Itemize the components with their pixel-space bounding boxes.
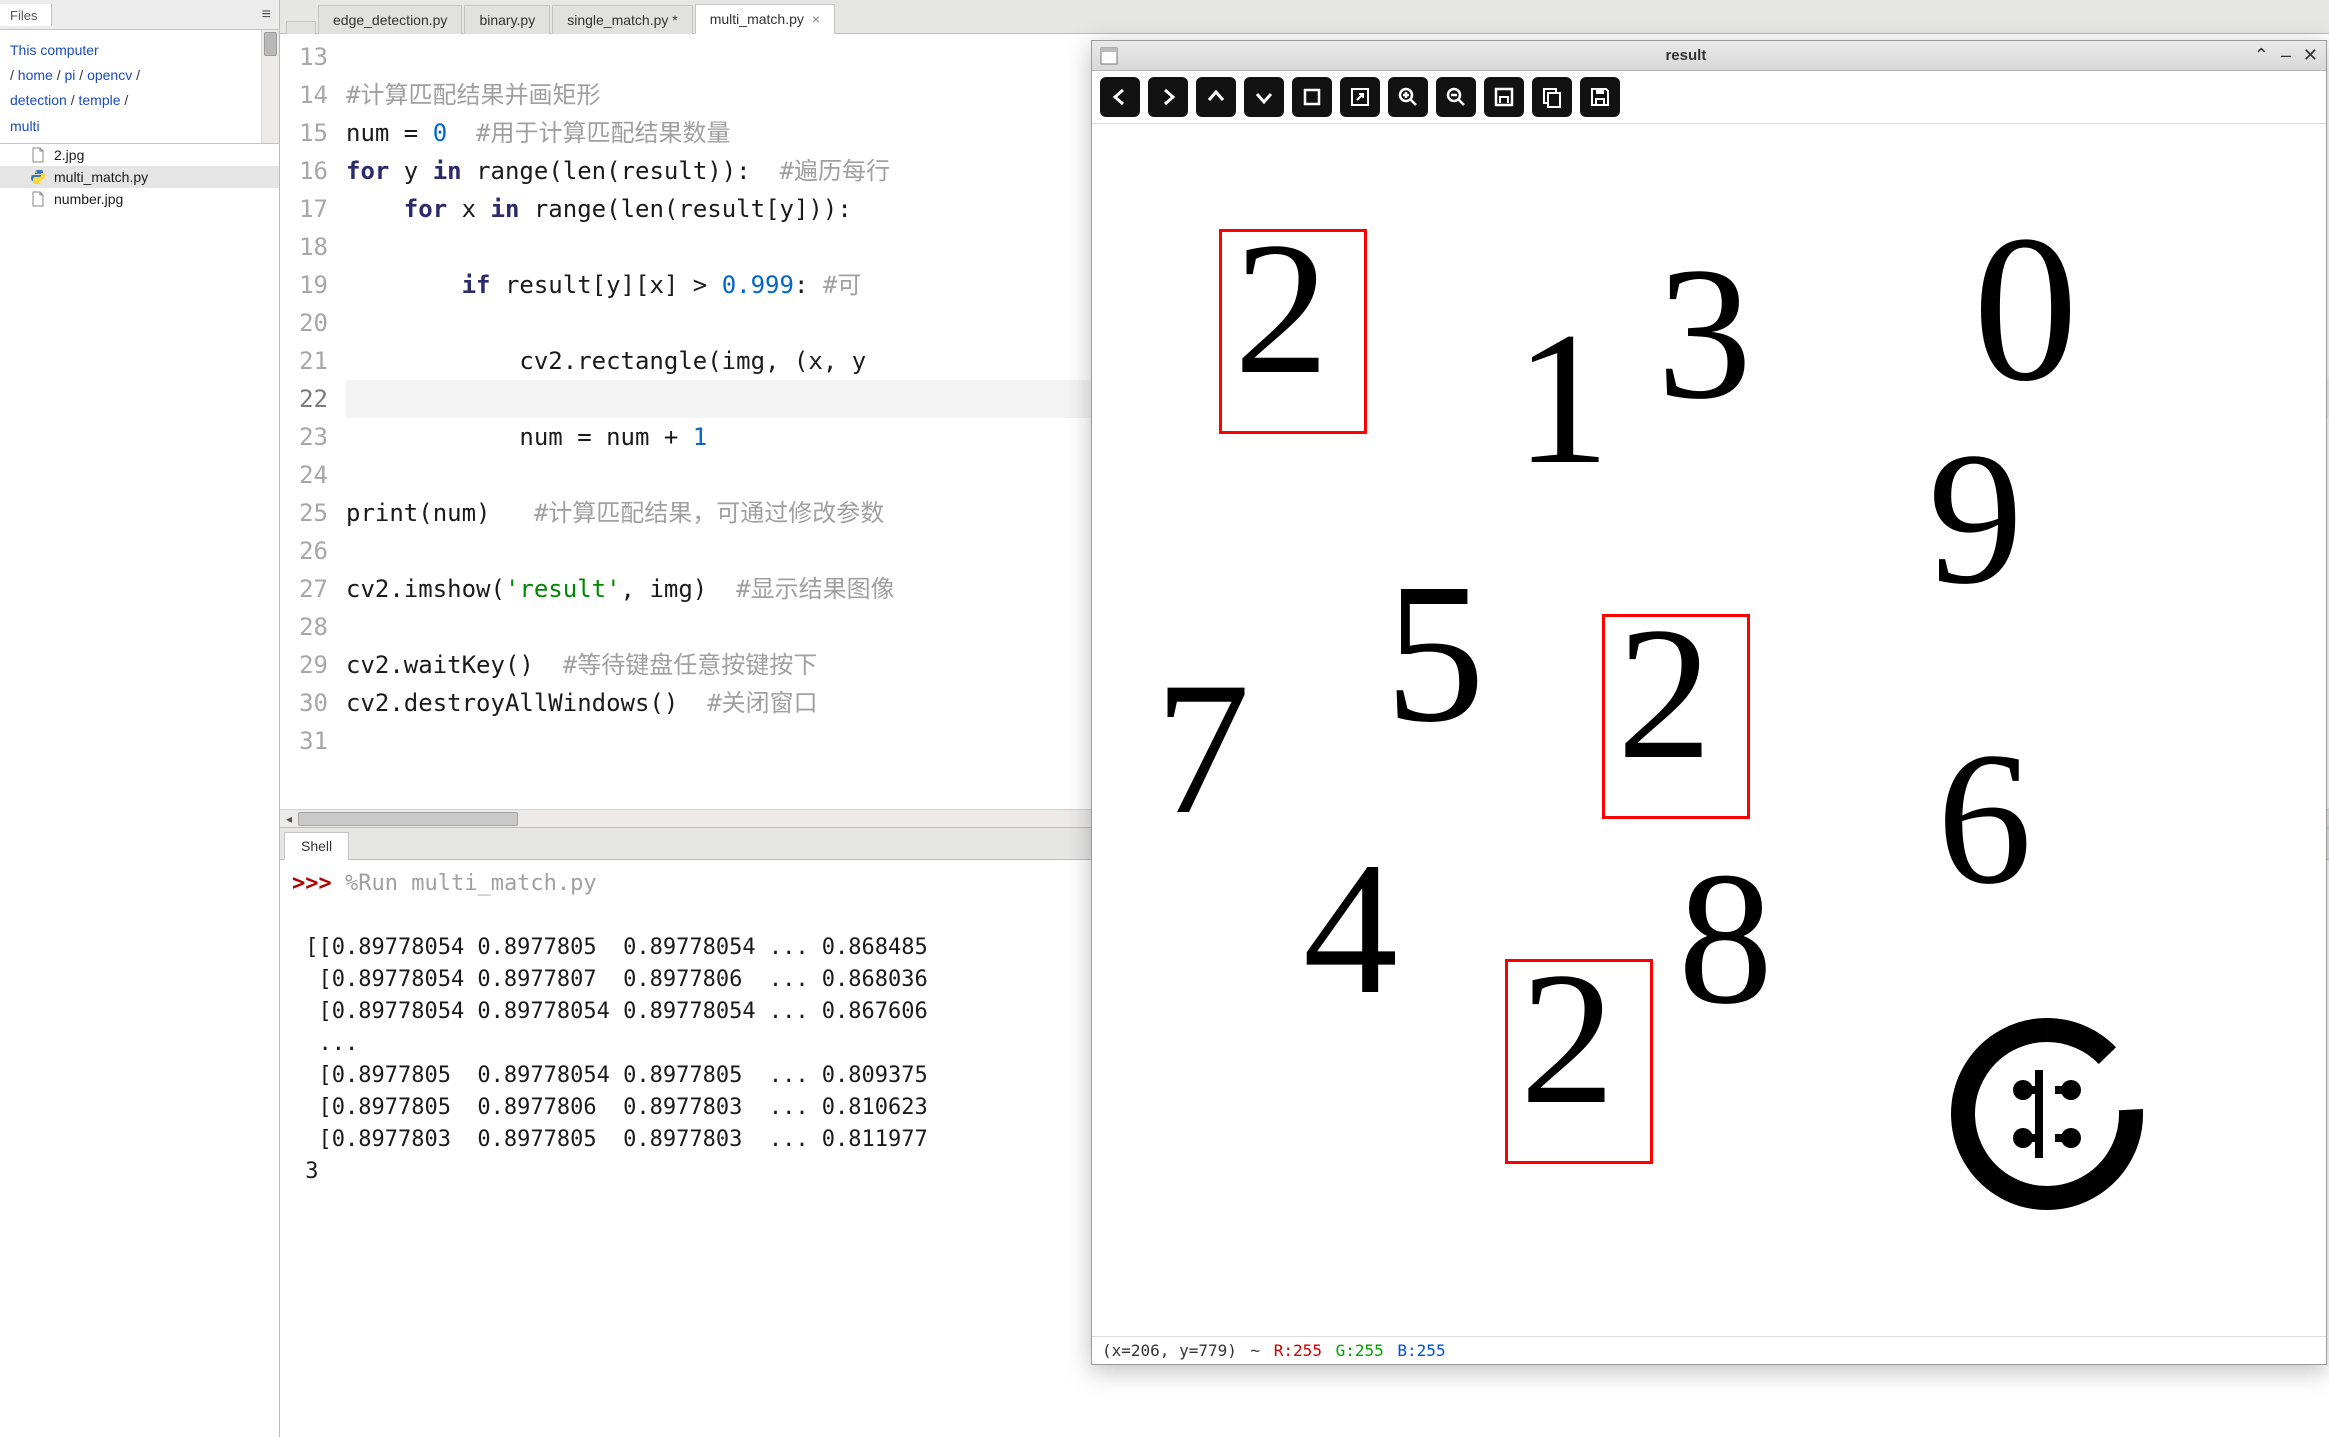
detection-box [1505, 959, 1653, 1164]
result-toolbar [1092, 71, 2326, 124]
down-button[interactable] [1244, 77, 1284, 117]
digit-9: 9 [1928, 424, 2023, 614]
status-b: B:255 [1397, 1341, 1445, 1360]
result-window: result ⌃ – ✕ 213097526428 (x=206, y=779)… [1091, 40, 2327, 1365]
editor-tab[interactable]: single_match.py * [552, 5, 693, 34]
breadcrumb-part[interactable]: detection [10, 92, 67, 108]
forward-button[interactable] [1148, 77, 1188, 117]
breadcrumb-scrollbar[interactable] [261, 30, 279, 143]
digit-4: 4 [1303, 834, 1398, 1024]
window-close-icon[interactable]: ✕ [2303, 45, 2318, 66]
file-list-item[interactable]: number.jpg [0, 188, 279, 210]
status-g: G:255 [1336, 1341, 1384, 1360]
breadcrumb-part[interactable]: home [18, 67, 53, 83]
back-button[interactable] [1100, 77, 1140, 117]
result-status-bar: (x=206, y=779) ~ R:255 G:255 B:255 [1092, 1336, 2326, 1364]
breadcrumb-part[interactable]: opencv [87, 67, 132, 83]
digit-1: 1 [1515, 304, 1610, 494]
status-r: R:255 [1274, 1341, 1322, 1360]
up-button[interactable] [1196, 77, 1236, 117]
tab-close-icon[interactable]: × [812, 11, 820, 27]
digit-8: 8 [1678, 844, 1773, 1034]
digit-3: 3 [1657, 239, 1752, 429]
files-header: Files ≡ [0, 0, 279, 30]
copy-button[interactable] [1532, 77, 1572, 117]
detection-box [1219, 229, 1367, 434]
file-list-item[interactable]: 2.jpg [0, 144, 279, 166]
zoom-out-button[interactable] [1436, 77, 1476, 117]
result-titlebar[interactable]: result ⌃ – ✕ [1092, 41, 2326, 71]
editor-tab[interactable] [286, 21, 316, 34]
shell-tab[interactable]: Shell [284, 832, 349, 860]
editor-tab[interactable]: edge_detection.py [318, 5, 462, 34]
file-list: 2.jpgmulti_match.pynumber.jpg [0, 144, 279, 1437]
home-button[interactable] [1292, 77, 1332, 117]
digit-6: 6 [1937, 724, 2032, 914]
breadcrumb: This computer / home / pi / opencv / det… [0, 30, 261, 143]
window-rollup-icon[interactable]: ⌃ [2254, 45, 2269, 66]
scroll-left-icon[interactable]: ◂ [280, 810, 298, 828]
files-panel: Files ≡ This computer / home / pi / open… [0, 0, 280, 1437]
window-minimize-icon[interactable]: – [2281, 45, 2291, 66]
line-gutter: 13141516171819202122232425262728293031 [280, 34, 340, 809]
result-canvas[interactable]: 213097526428 [1092, 124, 2326, 1336]
logo-icon [1947, 1014, 2147, 1217]
editor-tabs: edge_detection.pybinary.pysingle_match.p… [280, 0, 2329, 34]
editor-tab[interactable]: binary.py [464, 5, 550, 34]
breadcrumb-part[interactable]: temple [79, 92, 121, 108]
file-list-item[interactable]: multi_match.py [0, 166, 279, 188]
breadcrumb-part[interactable]: pi [64, 67, 75, 83]
result-title: result [1126, 47, 2246, 64]
status-sep: ~ [1251, 1341, 1261, 1360]
digit-7: 7 [1155, 654, 1250, 844]
window-app-icon [1100, 47, 1118, 65]
files-tab[interactable]: Files [0, 4, 52, 26]
editor-tab[interactable]: multi_match.py× [695, 4, 835, 34]
digit-0: 0 [1973, 204, 2078, 414]
digit-5: 5 [1385, 554, 1485, 754]
status-xy: (x=206, y=779) [1102, 1341, 1237, 1360]
detection-box [1602, 614, 1750, 819]
save-region-button[interactable] [1484, 77, 1524, 117]
breadcrumb-root[interactable]: This computer [10, 42, 99, 58]
breadcrumb-part[interactable]: multi [10, 118, 40, 134]
files-menu-icon[interactable]: ≡ [254, 3, 279, 27]
zoom-in-button[interactable] [1388, 77, 1428, 117]
save-button[interactable] [1580, 77, 1620, 117]
link-button[interactable] [1340, 77, 1380, 117]
